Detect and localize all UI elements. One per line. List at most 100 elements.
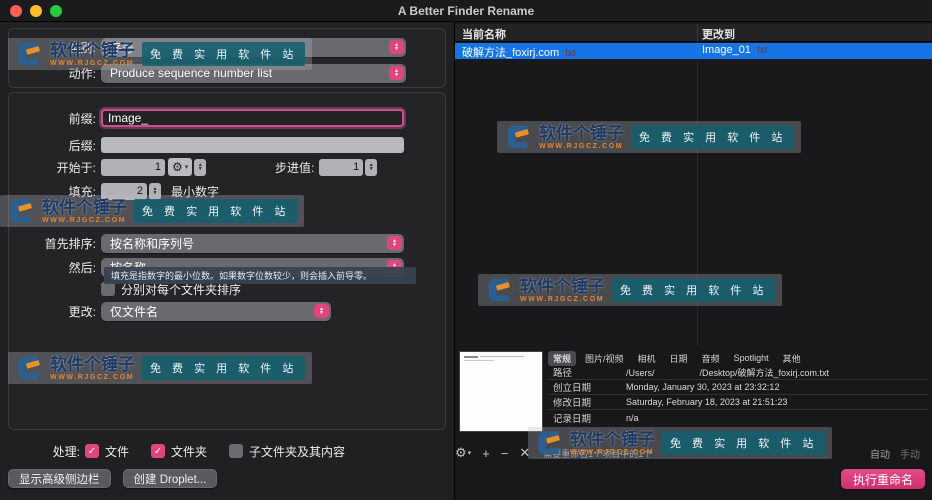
dropdown-arrows-icon: ▲▼ [389, 66, 404, 80]
left-button-bar: 显示高级侧边栏 创建 Droplet... [8, 469, 218, 488]
watermark-tagline: 免 费 实 用 软 件 站 [662, 431, 826, 455]
watermark-title: 软件个锤子 [539, 123, 624, 143]
plus-icon: + [482, 445, 490, 461]
process-row: 处理: ✓ 文件 ✓ 文件夹 子文件夹及其内容 [0, 440, 454, 462]
watermark-url: WWW.RJGCZ.COM [42, 216, 127, 224]
path-label: 路径 [553, 368, 573, 379]
suffix-row: 后缀: [9, 135, 445, 155]
path-value: /Users/ /Desktop/破解方法_foxirj.com.txt [626, 367, 830, 378]
start-at-stepper[interactable]: ▲ ▼ [194, 158, 207, 176]
sort-first-label: 首先排序: [44, 236, 96, 251]
tab-other[interactable]: 其他 [778, 351, 806, 366]
file-row-selected[interactable]: 破解方法_foxirj.com txt Image_01 txt [455, 43, 932, 59]
prefix-label: 前缀: [68, 111, 96, 126]
tab-camera[interactable]: 相机 [633, 351, 661, 366]
watermark-tagline: 免 费 实 用 软 件 站 [142, 356, 306, 380]
tab-audio[interactable]: 音频 [697, 351, 725, 366]
column-divider[interactable] [697, 24, 698, 42]
start-options-button[interactable]: ⚙ ▾ [168, 158, 193, 176]
add-files-button[interactable]: + [482, 446, 490, 461]
watermark-banner: 软件个锤子 WWW.RJGCZ.COM 免 费 实 用 软 件 站 [8, 352, 313, 384]
watermark-logo-icon [18, 42, 40, 66]
watermark-banner: 软件个锤子 WWW.RJGCZ.COM 免 费 实 用 软 件 站 [0, 195, 305, 227]
created-date-value: Monday, January 30, 2023 at 23:32:12 [626, 382, 780, 392]
file-preview-thumbnail [459, 351, 543, 432]
info-row-recorded: 记录日期 n/a [548, 410, 928, 425]
info-row-modified: 修改日期 Saturday, February 18, 2023 at 21:5… [548, 395, 928, 410]
start-at-label: 开始于: [56, 160, 96, 175]
title-bar: A Better Finder Rename [0, 0, 932, 22]
watermark-tagline: 免 费 实 用 软 件 站 [631, 125, 795, 149]
watermark-url: WWW.RJGCZ.COM [520, 295, 605, 303]
preview-mode-toggle: 自动 手动 [870, 446, 920, 461]
start-at-row: 开始于: ⚙▾ ▲▼ 步进值: ▲▼ [9, 157, 445, 177]
watermark-banner: 软件个锤子 WWW.RJGCZ.COM 免 费 实 用 软 件 站 [528, 427, 833, 459]
change-label: 更改: [68, 304, 96, 319]
watermark-tagline: 免 费 实 用 软 件 站 [142, 42, 306, 66]
window-title: A Better Finder Rename [397, 3, 535, 18]
prefix-input[interactable] [101, 109, 404, 127]
gear-icon: ⚙ [172, 160, 183, 174]
new-file-name: Image_01 txt [702, 44, 768, 56]
tab-general[interactable]: 常规 [548, 350, 577, 366]
info-row-path: 路径 /Users/ /Desktop/破解方法_foxirj.com.txt [548, 365, 928, 380]
step-stepper[interactable]: ▲ ▼ [365, 158, 378, 176]
gear-icon: ⚙ [455, 445, 467, 460]
recorded-date-value: n/a [626, 412, 639, 423]
settings-panel: 类别: 序号 ▲ ▼ 动作: Produce sequence number li… [0, 22, 454, 500]
dropdown-arrows-icon: ▲▼ [387, 236, 402, 250]
process-subfolders-checkbox[interactable] [229, 444, 244, 458]
menu-arrow-icon: ▾ [467, 450, 472, 457]
watermark-url: WWW.RJGCZ.COM [570, 448, 655, 456]
process-folders-label: 文件夹 [171, 444, 208, 459]
check-icon: ✓ [153, 445, 163, 457]
change-value: 仅文件名 [110, 304, 159, 319]
file-table-header[interactable]: 当前名称 更改到 [455, 24, 932, 42]
created-date-label: 创立日期 [553, 383, 592, 394]
tab-dates[interactable]: 日期 [665, 351, 693, 366]
watermark-title: 软件个锤子 [50, 40, 135, 60]
show-advanced-sidebar-button[interactable]: 显示高级侧边栏 [8, 469, 111, 488]
watermark-title: 软件个锤子 [570, 429, 655, 449]
remove-files-button[interactable]: − [501, 446, 509, 461]
dropdown-arrows-icon: ▲▼ [389, 40, 404, 54]
sort-then-label: 然后: [68, 260, 96, 275]
tab-spotlight[interactable]: Spotlight [729, 352, 774, 364]
recorded-date-label: 记录日期 [553, 413, 592, 425]
step-input[interactable] [319, 158, 364, 176]
sort-first-row: 首先排序: 按名称和序列号 ▲ ▼ [9, 233, 445, 253]
prefix-row: 前缀: [9, 106, 445, 130]
watermark-logo-icon [538, 431, 560, 455]
perform-rename-button[interactable]: 执行重命名 [840, 469, 925, 489]
current-file-name: 破解方法_foxirj.com txt [462, 47, 576, 59]
app-window: A Better Finder Rename 类别: 序号 ▲ ▼ 动作: Pro… [0, 0, 932, 500]
suffix-label: 后缀: [68, 138, 96, 153]
watermark-title: 软件个锤子 [42, 197, 127, 217]
list-options-button[interactable]: ⚙ ▾ [455, 445, 471, 461]
change-row: 更改: 仅文件名 ▲ ▼ [9, 301, 445, 321]
create-droplet-button[interactable]: 创建 Droplet... [122, 469, 218, 488]
change-dropdown[interactable]: 仅文件名 ▲ ▼ [101, 301, 331, 321]
per-folder-checkbox[interactable] [101, 282, 115, 296]
auto-mode-option[interactable]: 自动 [870, 446, 890, 461]
watermark-logo-icon [507, 125, 529, 149]
watermark-url: WWW.RJGCZ.COM [50, 59, 135, 67]
process-subfolders-label: 子文件夹及其内容 [249, 444, 346, 459]
watermark-banner: 软件个锤子 WWW.RJGCZ.COM 免 费 实 用 软 件 站 [8, 38, 313, 70]
start-at-input[interactable] [101, 158, 165, 176]
tab-image-video[interactable]: 图片/视频 [580, 351, 629, 366]
info-row-created: 创立日期 Monday, January 30, 2023 at 23:32:1… [548, 380, 928, 395]
column-new-name[interactable]: 更改到 [702, 26, 735, 42]
suffix-input[interactable] [101, 137, 404, 153]
process-folders-checkbox[interactable]: ✓ [151, 444, 166, 458]
watermark-logo-icon [10, 199, 32, 223]
minus-icon: − [500, 445, 509, 461]
process-files-checkbox[interactable]: ✓ [85, 444, 99, 458]
check-icon: ✓ [87, 445, 97, 457]
process-label: 处理: [52, 444, 80, 459]
manual-mode-option[interactable]: 手动 [900, 446, 920, 461]
sort-first-dropdown[interactable]: 按名称和序列号 ▲ ▼ [101, 233, 404, 253]
sort-first-value: 按名称和序列号 [110, 236, 195, 251]
new-file-extension: txt [756, 45, 768, 56]
column-current-name[interactable]: 当前名称 [462, 26, 506, 42]
